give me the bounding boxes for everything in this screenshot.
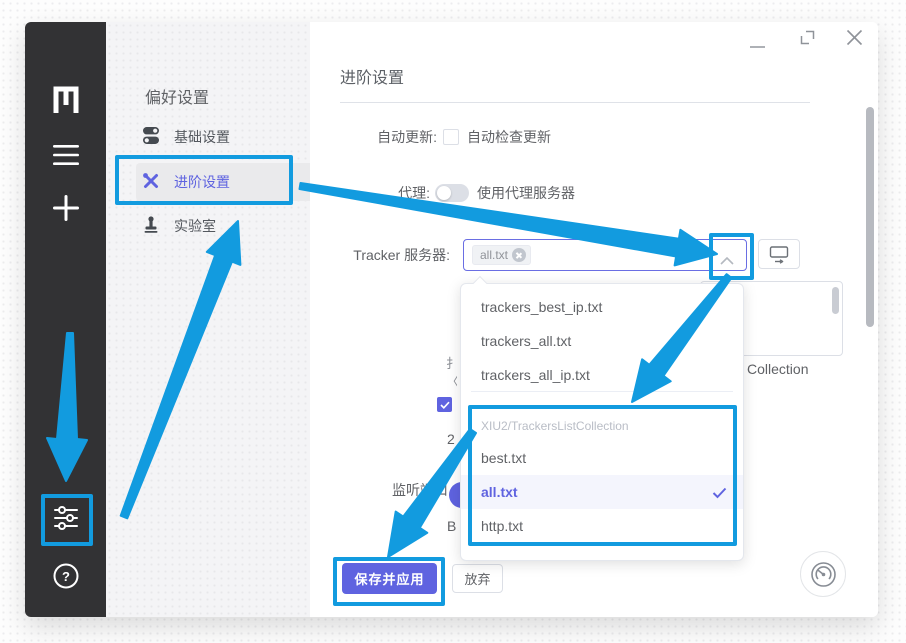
save-button[interactable]: 保存并应用	[342, 563, 437, 594]
hint-fragment: 扌	[446, 353, 457, 372]
dropdown-item[interactable]: trackers_all.txt	[461, 324, 743, 358]
tracker-select[interactable]: all.txt	[463, 239, 747, 271]
auto-update-option-label: 自动检查更新	[467, 127, 551, 147]
tag-label: all.txt	[480, 248, 508, 262]
task-list-icon[interactable]	[25, 144, 106, 166]
sidebar-item-basic-settings[interactable]: 基础设置	[142, 118, 317, 156]
discard-button[interactable]: 放弃	[452, 564, 503, 593]
sidebar-item-label: 进阶设置	[174, 172, 230, 192]
dropdown-item[interactable]: trackers_best_ip.txt	[461, 290, 743, 324]
speed-gauge-button[interactable]	[800, 551, 846, 597]
sidebar-item-label: 实验室	[174, 216, 216, 236]
dropdown-group-label: XIU2/TrackersListCollection	[461, 414, 743, 438]
textarea-scrollbar[interactable]	[832, 287, 839, 314]
toggles-icon	[142, 126, 160, 148]
screen: ? 偏好设置 基础设置 进阶设置 实验室	[0, 0, 906, 643]
sync-checkbox-checked[interactable]	[437, 397, 452, 412]
proxy-option-label: 使用代理服务器	[477, 183, 575, 203]
collection-link-fragment: Collection	[747, 361, 808, 377]
preferences-sidebar: 偏好设置 基础设置 进阶设置 实验室	[106, 22, 310, 617]
hint-fragment: 〈	[446, 371, 457, 390]
proxy-toggle[interactable]	[435, 184, 469, 202]
app-window: ? 偏好设置 基础设置 进阶设置 实验室	[25, 22, 878, 617]
lab-stamp-icon	[142, 216, 160, 237]
minimize-button[interactable]	[750, 36, 765, 54]
preferences-icon[interactable]	[25, 504, 106, 532]
motrix-logo-icon	[25, 80, 106, 114]
nav-rail: ?	[25, 22, 106, 617]
sidebar-title: 偏好设置	[145, 84, 209, 108]
sync-trackers-button[interactable]	[758, 239, 800, 269]
sidebar-item-lab[interactable]: 实验室	[142, 207, 317, 245]
main-scrollbar[interactable]	[866, 107, 874, 327]
close-button[interactable]	[846, 29, 863, 51]
sidebar-item-label: 基础设置	[174, 127, 230, 147]
auto-update-checkbox[interactable]	[443, 129, 459, 145]
sync-text-fragment: 2	[447, 431, 458, 447]
maximize-button[interactable]	[800, 30, 815, 50]
listen-port-label: 监听端口	[310, 480, 448, 500]
dropdown-item[interactable]: http.txt	[461, 509, 743, 543]
dropdown-divider	[471, 391, 733, 392]
chevron-up-icon[interactable]	[720, 252, 734, 270]
dropdown-item[interactable]: trackers_all_ip.txt	[461, 358, 743, 392]
toggle-knob	[437, 186, 451, 200]
tag-remove-icon[interactable]	[512, 248, 526, 262]
add-task-icon[interactable]	[25, 193, 106, 223]
help-icon[interactable]: ?	[25, 563, 106, 589]
selected-tag: all.txt	[472, 245, 531, 265]
dropdown-item-selected[interactable]: all.txt	[461, 475, 743, 509]
auto-update-label: 自动更新:	[310, 127, 437, 147]
sidebar-item-advanced-settings[interactable]: 进阶设置	[136, 163, 317, 201]
page-title: 进阶设置	[340, 64, 404, 88]
divider	[340, 102, 810, 103]
tracker-label: Tracker 服务器:	[310, 245, 450, 265]
svg-text:?: ?	[62, 569, 70, 584]
dropdown-item[interactable]: best.txt	[461, 441, 743, 475]
tools-icon	[142, 172, 160, 193]
bt-text-fragment: B	[447, 518, 459, 534]
tracker-dropdown: trackers_best_ip.txt trackers_all.txt tr…	[460, 283, 744, 561]
check-icon	[712, 486, 727, 504]
proxy-label: 代理:	[310, 183, 430, 203]
